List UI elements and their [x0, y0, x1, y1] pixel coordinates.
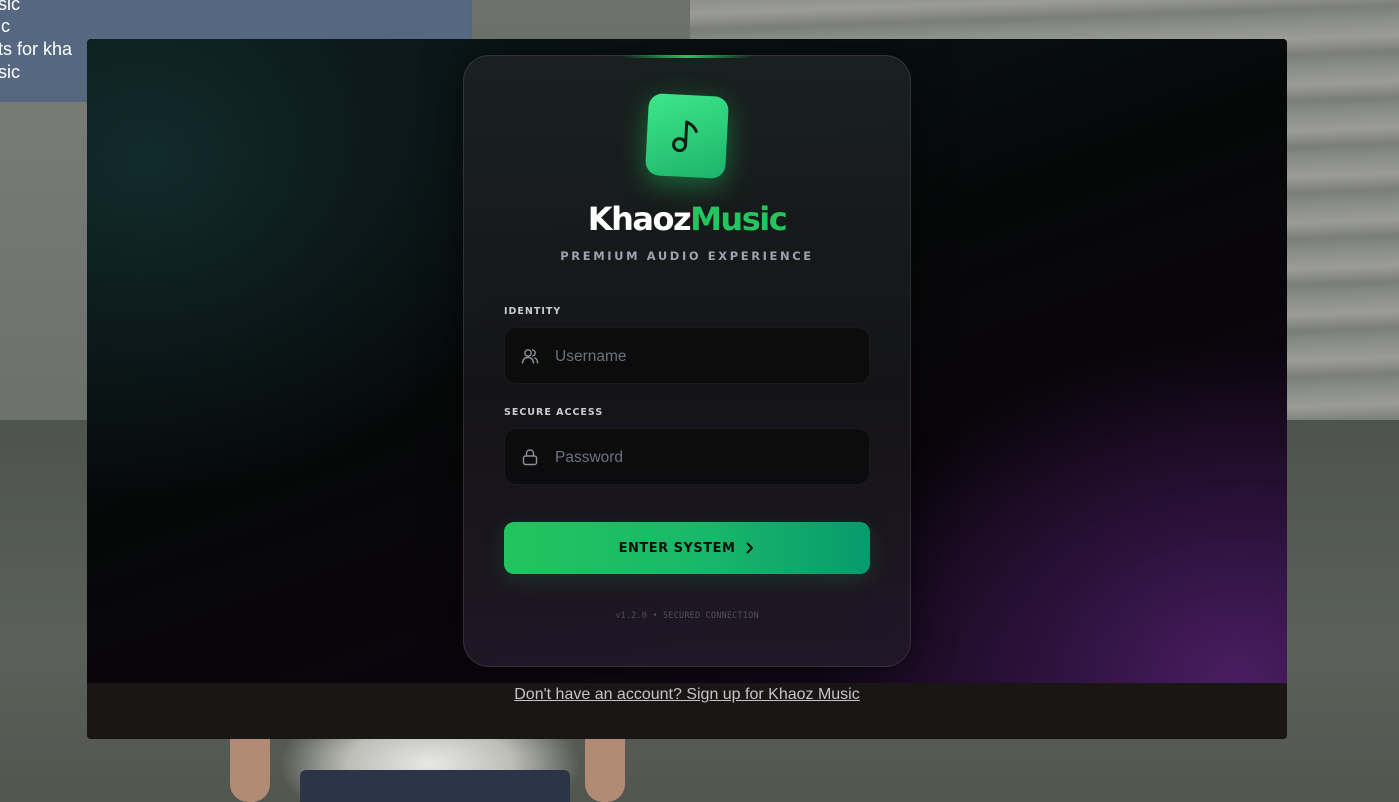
- login-modal: KhaozMusic PREMIUM AUDIO EXPERIENCE IDEN…: [87, 39, 1287, 739]
- background-character-arm-left: [230, 739, 270, 802]
- password-field[interactable]: [504, 428, 870, 486]
- enter-system-button[interactable]: ENTER SYSTEM: [504, 522, 870, 574]
- login-card: KhaozMusic PREMIUM AUDIO EXPERIENCE IDEN…: [463, 55, 911, 667]
- version-text: v1.2.0 • SECURED CONNECTION: [615, 611, 759, 621]
- brand-title-part1: Khaoz: [587, 200, 692, 238]
- enter-system-label: ENTER SYSTEM: [618, 540, 736, 556]
- card-top-glow: [622, 55, 752, 58]
- notification-line: usic: [0, 62, 21, 82]
- identity-label: IDENTITY: [504, 306, 562, 317]
- username-input[interactable]: [553, 328, 857, 385]
- background-character-arm-right: [585, 739, 625, 802]
- brand-title: KhaozMusic: [464, 200, 910, 238]
- logo-tile: [644, 92, 730, 180]
- background-character-jeans: [300, 770, 570, 802]
- modal-stage: KhaozMusic PREMIUM AUDIO EXPERIENCE IDEN…: [87, 39, 1287, 683]
- brand-title-part2: Music: [690, 200, 788, 238]
- users-icon: [521, 349, 539, 364]
- signup-link[interactable]: Don't have an account? Sign up for Khaoz…: [87, 686, 1287, 704]
- secure-access-label: SECURE ACCESS: [504, 407, 604, 418]
- music-note-icon: [672, 120, 698, 153]
- lock-icon: [522, 449, 538, 466]
- notification-line: sic: [0, 16, 10, 36]
- notification-line: nts for kha: [0, 39, 73, 59]
- password-input[interactable]: [553, 429, 857, 486]
- username-field[interactable]: [504, 327, 870, 385]
- chevron-right-icon: [746, 542, 754, 554]
- brand-tagline: PREMIUM AUDIO EXPERIENCE: [560, 249, 814, 263]
- notification-line: usic: [0, 0, 21, 14]
